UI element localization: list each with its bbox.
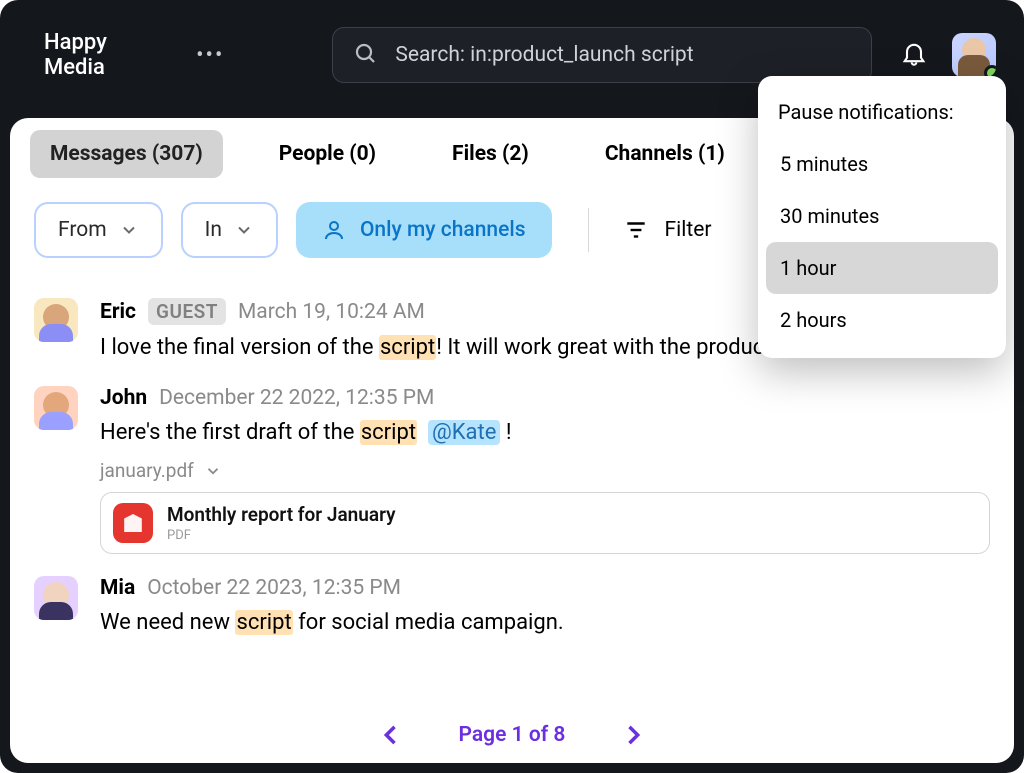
attachment-name: january.pdf <box>100 459 194 482</box>
pause-1-hour[interactable]: 1 hour <box>766 242 998 294</box>
mention[interactable]: @Kate <box>428 420 500 445</box>
pdf-icon <box>113 503 153 543</box>
user-avatar[interactable] <box>952 33 996 77</box>
chevron-down-icon <box>234 220 254 240</box>
author-name: John <box>100 386 147 410</box>
file-subtitle: PDF <box>167 528 396 543</box>
dropdown-title: Pause notifications: <box>766 94 998 138</box>
avatar-eric <box>34 298 78 342</box>
search-input[interactable] <box>395 43 851 67</box>
separator <box>588 208 589 252</box>
avatar-john <box>34 386 78 430</box>
pause-2-hours[interactable]: 2 hours <box>766 294 998 346</box>
message-item[interactable]: John December 22 2022, 12:35 PM Here's t… <box>34 372 990 562</box>
tab-people[interactable]: People (0) <box>259 130 396 178</box>
in-label: In <box>205 218 222 242</box>
filter-icon <box>623 217 649 243</box>
tab-messages[interactable]: Messages (307) <box>30 130 223 178</box>
search-icon <box>353 41 377 69</box>
search-wrap <box>242 27 872 83</box>
chevron-down-icon <box>119 220 139 240</box>
tab-channels[interactable]: Channels (1) <box>585 130 745 178</box>
file-card[interactable]: Monthly report for January PDF <box>100 492 990 554</box>
file-title: Monthly report for January <box>167 503 396 526</box>
avatar-mia <box>34 576 78 620</box>
bell-icon[interactable] <box>900 39 928 71</box>
search-field[interactable] <box>332 27 872 83</box>
pause-notifications-menu: Pause notifications: 5 minutes 30 minute… <box>758 76 1006 358</box>
author-name: Eric <box>100 300 136 324</box>
message-body: Here's the first draft of the script @Ka… <box>100 416 990 449</box>
highlight: script <box>235 610 292 635</box>
filter-label: Filter <box>665 218 712 242</box>
prev-page-icon[interactable] <box>377 721 405 749</box>
from-filter[interactable]: From <box>34 202 163 258</box>
pause-5-minutes[interactable]: 5 minutes <box>766 138 998 190</box>
page-label: Page 1 of 8 <box>459 723 566 747</box>
more-icon[interactable]: ••• <box>196 43 224 68</box>
message-item[interactable]: Mia October 22 2023, 12:35 PM We need ne… <box>34 562 990 647</box>
workspace-name[interactable]: Happy Media <box>44 30 172 80</box>
author-name: Mia <box>100 576 135 600</box>
chevron-down-icon <box>204 462 222 480</box>
highlight: script <box>379 335 436 360</box>
highlight: script <box>360 420 417 445</box>
in-filter[interactable]: In <box>181 202 278 258</box>
timestamp: March 19, 10:24 AM <box>238 300 425 324</box>
guest-badge: GUEST <box>148 298 226 325</box>
app-frame: Happy Media ••• Pause notifications: 5 m… <box>0 0 1024 773</box>
tab-files[interactable]: Files (2) <box>432 130 549 178</box>
pager: Page 1 of 8 <box>10 721 1014 749</box>
next-page-icon[interactable] <box>619 721 647 749</box>
person-icon <box>322 218 346 242</box>
from-label: From <box>58 218 107 242</box>
filter-button[interactable]: Filter <box>615 217 720 243</box>
message-body: We need new script for social media camp… <box>100 606 990 639</box>
pause-30-minutes[interactable]: 30 minutes <box>766 190 998 242</box>
timestamp: October 22 2023, 12:35 PM <box>147 576 401 600</box>
only-my-channels-chip[interactable]: Only my channels <box>296 202 552 258</box>
attachment-toggle[interactable]: january.pdf <box>100 459 990 482</box>
chip-label: Only my channels <box>360 218 526 242</box>
timestamp: December 22 2022, 12:35 PM <box>159 386 434 410</box>
